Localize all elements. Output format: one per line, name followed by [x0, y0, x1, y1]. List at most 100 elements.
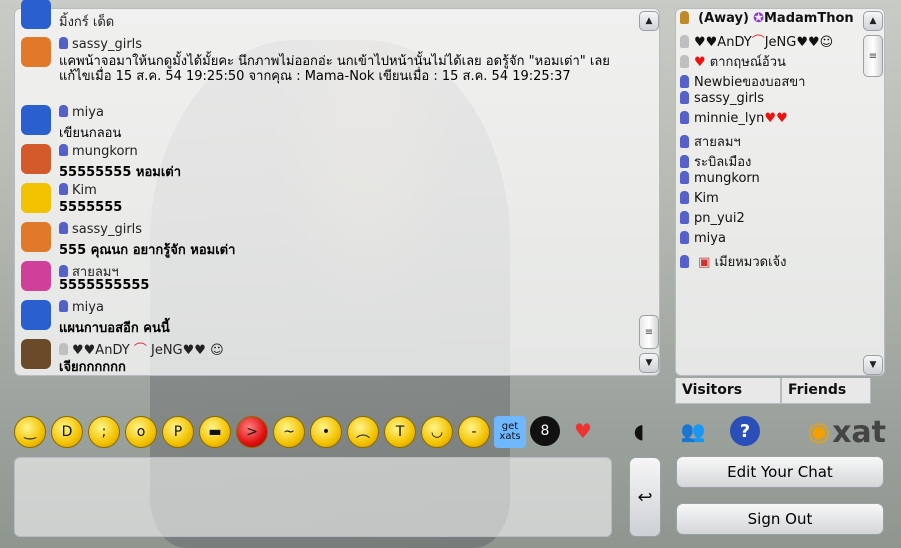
user-list-item[interactable]: ▣ เมียหมวดเจ้ง	[680, 251, 787, 271]
scroll-up-button[interactable]: ▲	[639, 11, 659, 31]
frown-smiley-icon[interactable]: ︵	[347, 416, 379, 448]
user-pin-icon	[59, 265, 68, 277]
user-pin-icon	[680, 191, 689, 204]
user-list-item[interactable]: (Away) ✪MadamThon	[680, 11, 854, 31]
user-name: pn_yui2	[694, 211, 745, 226]
user-name: MadamThon	[764, 11, 854, 26]
message-text: แผนกาบอสอีก คนนี้	[59, 321, 170, 336]
user-list-item[interactable]: miya	[680, 231, 726, 251]
user-pin-icon	[680, 171, 689, 184]
send-button[interactable]: ↩	[629, 457, 661, 537]
user-list-item[interactable]: pn_yui2	[680, 211, 745, 231]
message-username[interactable]: Kim	[59, 183, 97, 198]
user-list-item[interactable]: Newbieของบอสขา	[680, 71, 805, 91]
user-pin-icon	[59, 183, 68, 195]
user-list-item[interactable]: ♥♥AnDY⌒JeNG♥♥☺	[680, 31, 833, 51]
user-list-item[interactable]: Kim	[680, 191, 719, 211]
edit-chat-button[interactable]: Edit Your Chat	[676, 456, 884, 488]
avatar	[21, 339, 51, 369]
username-label: sassy_girls	[72, 222, 143, 237]
love-smiley-icon[interactable]: ♥	[568, 416, 598, 446]
user-name: minnie_lyn	[694, 111, 765, 126]
user-pin-icon	[680, 255, 689, 268]
message-text: เจียกกกกกก	[59, 360, 126, 375]
confused-smiley-icon[interactable]: ~	[273, 416, 305, 448]
redface-smiley-icon[interactable]: •	[310, 416, 342, 448]
users-scrollbar-thumb[interactable]: ≡	[863, 35, 883, 77]
scroll-down-button[interactable]: ▼	[639, 353, 659, 373]
user-pin-icon	[59, 222, 68, 234]
biggrin-smiley-icon[interactable]: D	[51, 416, 83, 448]
heart-icon: ♥	[694, 55, 706, 70]
message-text: 5555555555	[59, 278, 150, 293]
rainbow-icon: ⌒	[751, 35, 765, 50]
user-name: sassy_girls	[694, 91, 765, 106]
users-icon[interactable]: 👥	[678, 416, 708, 446]
tongue-smiley-icon[interactable]: P	[162, 416, 194, 448]
user-list-item[interactable]: mungkorn	[680, 171, 760, 191]
user-list-item[interactable]: sassy_girls	[680, 91, 764, 111]
user-pin-icon	[680, 11, 689, 24]
user-pin-icon	[59, 300, 68, 312]
user-list-item[interactable]: ♥ ตากฤษณ์อ้วน	[680, 51, 786, 71]
user-pin-icon	[680, 35, 689, 48]
pleased-smiley-icon[interactable]: ◡	[421, 416, 453, 448]
user-pin-icon	[680, 231, 689, 244]
avatar	[21, 0, 51, 29]
message-username[interactable]: sassy_girls	[59, 222, 142, 237]
message-username[interactable]: sassy_girls	[59, 37, 142, 52]
user-name: ระบิลเมือง	[694, 155, 752, 170]
user-list-item[interactable]: สายลมฯ	[680, 131, 741, 151]
user-name: ♥♥AnDY	[694, 35, 752, 50]
help-icon[interactable]: ?	[730, 416, 760, 446]
avatar	[21, 105, 51, 135]
message-username[interactable]: miya	[59, 105, 104, 120]
user-pin-icon	[680, 91, 689, 104]
user-list-item[interactable]: ระบิลเมือง	[680, 151, 751, 171]
user-name: สายลมฯ	[694, 135, 741, 150]
avatar	[21, 144, 51, 174]
user-pin-icon	[59, 144, 68, 156]
star-icon: ✪	[753, 11, 764, 26]
avatar	[21, 183, 51, 213]
eek-smiley-icon[interactable]: o	[125, 416, 157, 448]
mad-smiley-icon[interactable]: >	[236, 416, 268, 448]
tab-friends[interactable]: Friends	[781, 378, 871, 404]
user-name: Newbieของบอสขา	[694, 75, 806, 90]
message-input[interactable]	[14, 457, 612, 537]
smile-smiley-icon[interactable]: ‿	[14, 416, 46, 448]
get-xats-button[interactable]: get xats	[494, 416, 526, 448]
message-username[interactable]: miya	[59, 300, 104, 315]
user-pin-icon	[680, 135, 689, 148]
cool-smiley-icon[interactable]: ▬	[199, 416, 231, 448]
user-pin-icon	[59, 37, 68, 49]
avatar	[21, 37, 51, 67]
user-status: (Away)	[698, 11, 749, 26]
user-name: miya	[694, 231, 726, 246]
smiley-icon: ☺	[819, 35, 834, 50]
user-name: ตากฤษณ์อ้วน	[709, 55, 786, 70]
username-suffix: JeNG♥♥	[150, 343, 206, 358]
sign-out-button[interactable]: Sign Out	[676, 503, 884, 535]
gift-icon: ▣	[698, 255, 711, 270]
scrollbar-thumb[interactable]: ≡	[639, 315, 659, 349]
users-scroll-down-button[interactable]: ▼	[863, 355, 883, 375]
message-text: 555 คุณนก อยากรู้จัก หอมเต่า	[59, 243, 236, 258]
message-username[interactable]: mungkorn	[59, 144, 138, 159]
users-scroll-up-button[interactable]: ▲	[863, 11, 883, 31]
username-label: sassy_girls	[72, 37, 143, 52]
avatar	[21, 300, 51, 330]
user-list-item[interactable]: minnie_lyn♥♥	[680, 111, 788, 131]
tab-visitors[interactable]: Visitors	[675, 378, 781, 404]
eight-ball-icon[interactable]: 8	[530, 416, 560, 446]
crying-smiley-icon[interactable]: T	[384, 416, 416, 448]
wink-smiley-icon[interactable]: ;	[88, 416, 120, 448]
username-label: Kim	[72, 183, 97, 198]
message-text: 55555555 หอมเต่า	[59, 165, 182, 180]
username-label: miya	[72, 300, 104, 315]
avatar	[21, 222, 51, 252]
think-smiley-icon[interactable]: -	[458, 416, 490, 448]
sound-icon[interactable]: ◖	[624, 416, 654, 446]
user-name: Kim	[694, 191, 719, 206]
user-pin-icon	[680, 111, 689, 124]
